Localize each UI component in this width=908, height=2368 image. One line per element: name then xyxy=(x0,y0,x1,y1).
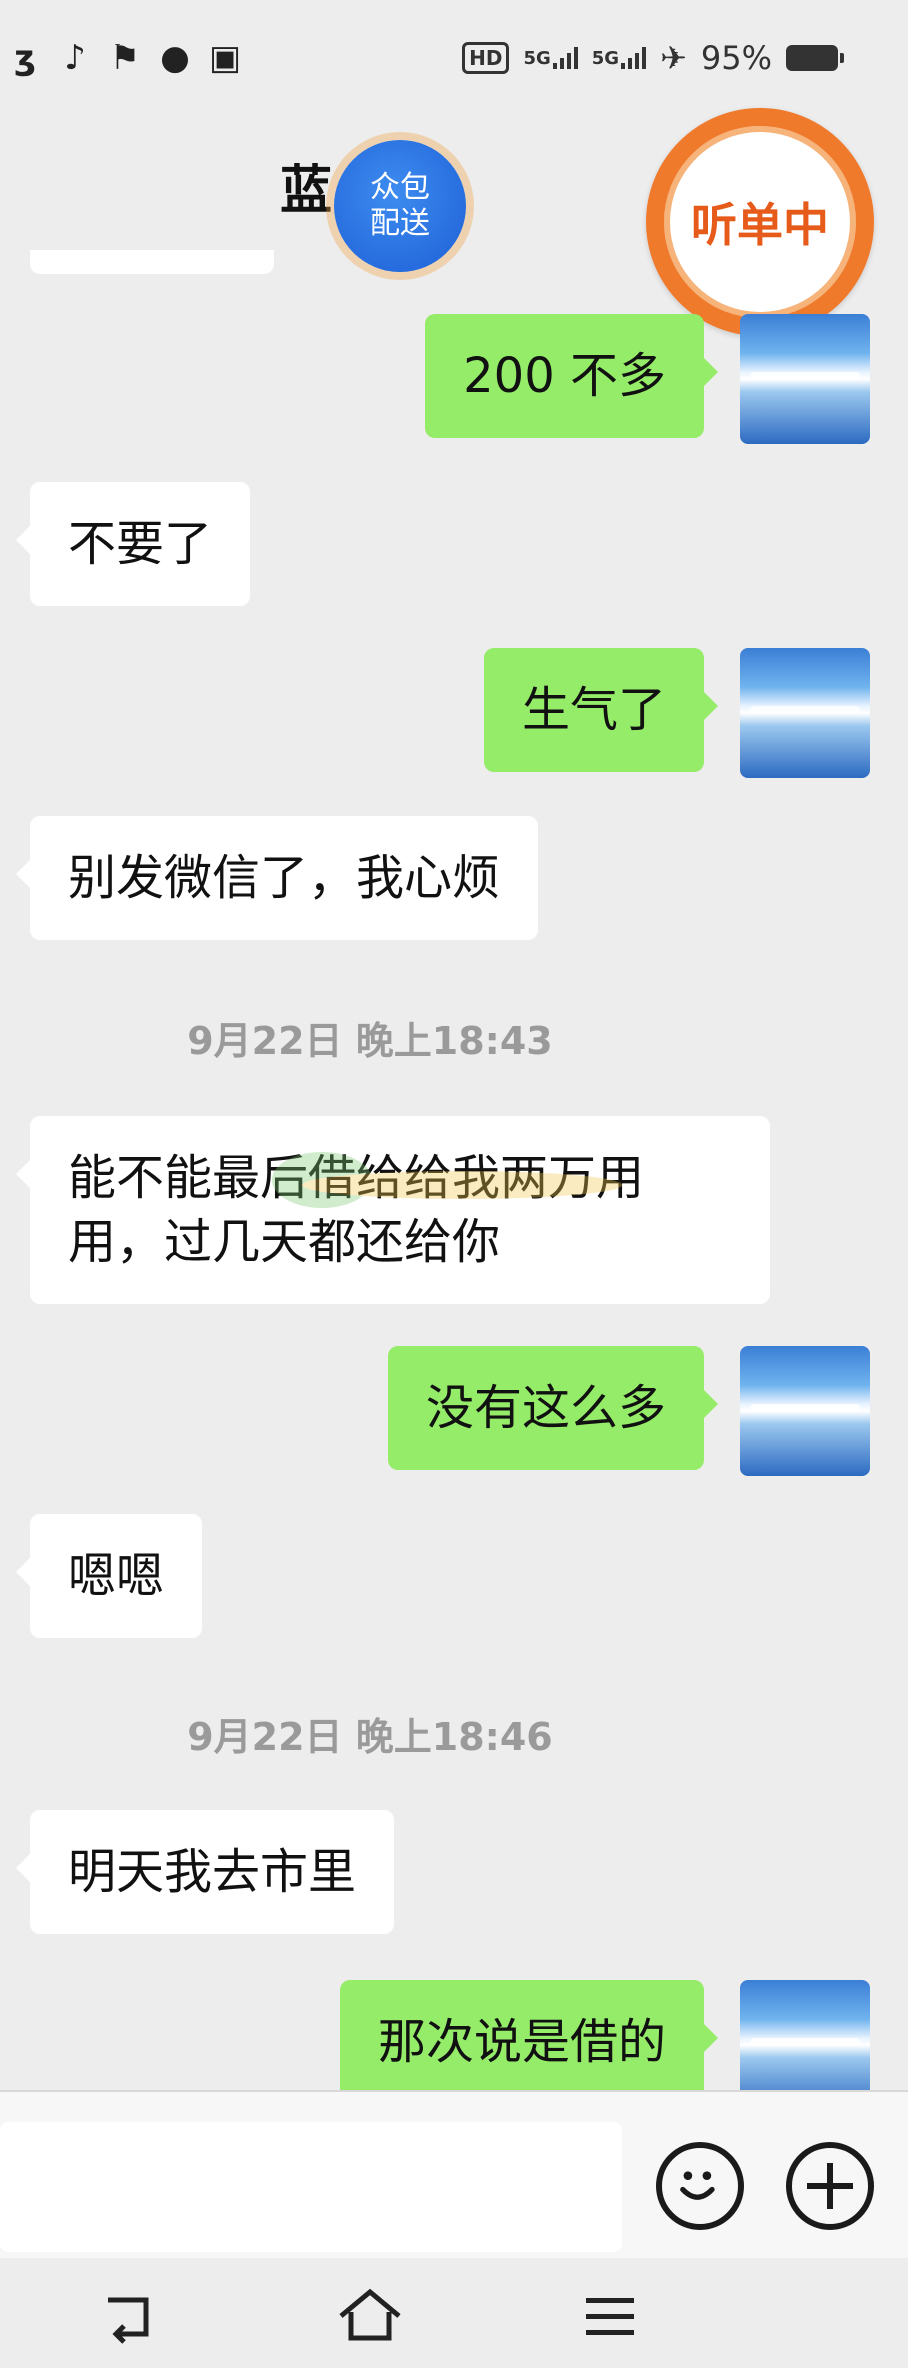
message-bubble-outgoing[interactable]: 没有这么多 xyxy=(387,1346,719,1470)
menu-lines-icon xyxy=(586,2298,634,2335)
back-button[interactable] xyxy=(88,2276,168,2356)
photo-icon: ▣ xyxy=(208,38,242,78)
my-avatar[interactable] xyxy=(740,648,870,778)
smiley-icon xyxy=(680,2171,715,2200)
signal-2: 5G xyxy=(592,47,647,69)
battery-percent: 95% xyxy=(700,39,772,77)
home-icon xyxy=(339,2288,401,2341)
system-nav-bar xyxy=(0,2258,908,2368)
message-bubble-partial xyxy=(30,250,274,274)
status-bar: ʒ ♪ ⚑ ● ▣ HD 5G 5G ✈ 95% xyxy=(0,0,908,112)
menu-button[interactable] xyxy=(570,2276,650,2356)
message-input[interactable] xyxy=(0,2122,622,2252)
system-status: HD 5G 5G ✈ 95% xyxy=(462,34,844,82)
signal-bars-icon xyxy=(621,47,647,69)
signal-bars-icon xyxy=(552,47,578,69)
message-bubble-outgoing[interactable]: 200 不多 xyxy=(425,314,718,438)
timestamp: 9月22日 晚上18:43 xyxy=(187,1019,553,1063)
my-avatar[interactable] xyxy=(740,314,870,444)
my-avatar[interactable] xyxy=(740,1346,870,1476)
message-bubble-incoming[interactable]: 别发微信了，我心烦 xyxy=(15,816,539,940)
message-bubble-outgoing[interactable]: 那次说是借的 xyxy=(339,1980,719,2090)
timestamp: 9月22日 晚上18:46 xyxy=(187,1715,553,1759)
my-avatar[interactable] xyxy=(740,1980,870,2090)
chat-title: 蓝 xyxy=(280,161,335,221)
message-bubble-incoming[interactable]: 能不能最后借给给我两万用 用，过几天都还给你 xyxy=(16,1116,770,1304)
hd-label: HD xyxy=(462,42,510,74)
tiktok-icon: ♪ xyxy=(64,38,86,78)
message-bubble-incoming[interactable]: 嗯嗯 xyxy=(15,1514,203,1638)
chat-bubble-icon: ● xyxy=(160,38,190,78)
message-bubble-incoming[interactable]: 明天我去市里 xyxy=(15,1810,395,1934)
message-bubble-outgoing[interactable]: 生气了 xyxy=(483,648,719,772)
battery-icon xyxy=(786,45,844,71)
airplane-icon: ✈ xyxy=(660,39,687,77)
signal-1: 5G xyxy=(523,47,578,69)
more-button[interactable] xyxy=(786,2142,874,2230)
message-list[interactable]: 200 不多 不要了 生气了 别发微信了，我心烦 9月22日 晚上18:43 能… xyxy=(0,250,908,2090)
back-arrow-icon xyxy=(108,2297,149,2344)
app-icon: ⚑ xyxy=(109,38,141,78)
notification-icons: ʒ ♪ ⚑ ● ▣ xyxy=(0,34,250,82)
input-bar xyxy=(0,2090,908,2258)
message-bubble-incoming[interactable]: 不要了 xyxy=(15,482,251,606)
carrier-icon: ʒ xyxy=(14,38,36,78)
emoji-button[interactable] xyxy=(656,2142,744,2230)
home-button[interactable] xyxy=(330,2276,410,2356)
